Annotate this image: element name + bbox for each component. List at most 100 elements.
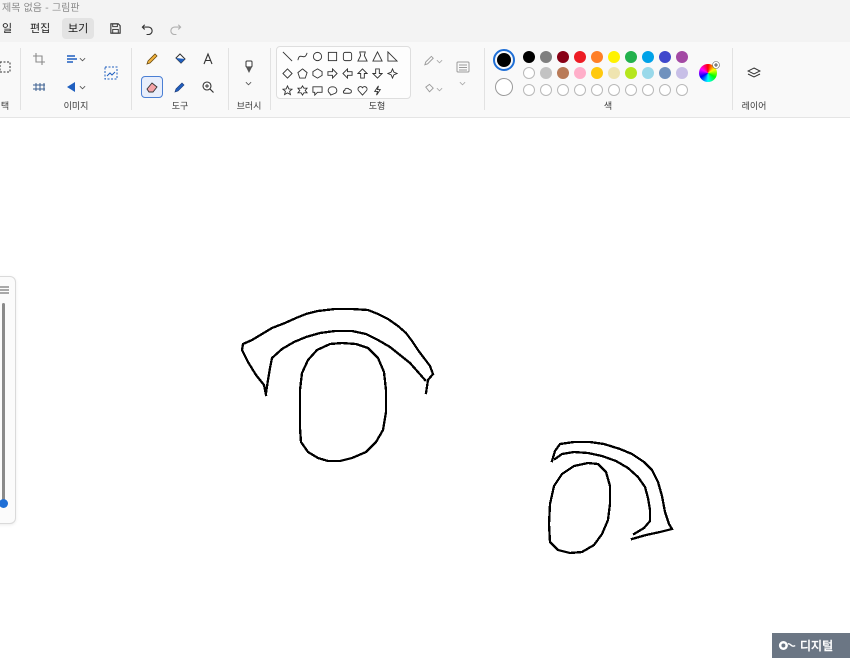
color-swatch[interactable] [659, 67, 671, 79]
size-slider-thumb[interactable] [0, 499, 8, 508]
custom-color-slot[interactable] [523, 84, 535, 96]
image-select-button[interactable] [100, 62, 122, 84]
chevron-down-icon [436, 59, 443, 63]
shape-line[interactable] [280, 49, 294, 63]
color-swatch[interactable] [591, 67, 603, 79]
color-swatch[interactable] [676, 51, 688, 63]
image-grid-icon [33, 83, 45, 91]
color-picker-button[interactable] [169, 76, 191, 98]
custom-color-slot[interactable] [659, 84, 671, 96]
shape-arrow-left[interactable] [340, 66, 354, 80]
redo-button[interactable] [164, 18, 186, 39]
magnifier-icon [202, 81, 214, 93]
color-swatch[interactable] [574, 51, 586, 63]
chevron-down-icon [245, 81, 252, 86]
drawing-canvas[interactable] [0, 119, 850, 658]
color-swatch[interactable] [523, 67, 535, 79]
shape-pentagon[interactable] [295, 66, 309, 80]
ribbon-separator [732, 48, 733, 110]
menu-file[interactable]: 일 [0, 18, 18, 39]
custom-color-slot[interactable] [540, 84, 552, 96]
shape-outline-button[interactable] [418, 50, 448, 72]
color-swatch[interactable] [659, 51, 671, 63]
custom-color-slot[interactable] [608, 84, 620, 96]
watermark: 디지털 [772, 633, 850, 658]
shape-star-five[interactable] [280, 83, 294, 97]
custom-color-slot[interactable] [625, 84, 637, 96]
shape-star-four[interactable] [385, 66, 399, 80]
color-swatch[interactable] [642, 67, 654, 79]
shape-callout-cloud[interactable] [340, 83, 354, 97]
select-all-button[interactable] [28, 76, 50, 98]
shape-rectangle[interactable] [325, 49, 339, 63]
crop-button[interactable] [28, 48, 50, 70]
primary-color-button[interactable] [493, 49, 515, 71]
menu-edit[interactable]: 편집 [24, 18, 56, 39]
layers-button[interactable] [743, 62, 765, 84]
color-swatch[interactable] [540, 51, 552, 63]
cloud-callout-icon [342, 87, 352, 94]
shape-heart[interactable] [355, 83, 369, 97]
color-swatch[interactable] [574, 67, 586, 79]
shape-size-button[interactable] [452, 56, 474, 78]
shape-callout-oval[interactable] [325, 83, 339, 97]
color-swatch[interactable] [625, 67, 637, 79]
custom-color-slot[interactable] [591, 84, 603, 96]
select-button[interactable] [0, 56, 16, 78]
redo-icon [169, 24, 181, 35]
fill-tool-button[interactable] [169, 48, 191, 70]
shape-triangle[interactable] [370, 49, 384, 63]
shapes-group-label: 도형 [368, 102, 386, 112]
resize-button[interactable] [60, 48, 90, 70]
menu-view[interactable]: 보기 [62, 18, 95, 39]
shape-fill-button[interactable] [418, 78, 448, 100]
color-swatch[interactable] [540, 67, 552, 79]
magnifier-button[interactable] [197, 76, 219, 98]
shape-diamond[interactable] [280, 66, 294, 80]
chevron-down-icon [79, 85, 85, 89]
ribbon-separator [484, 48, 485, 110]
shape-rounded-rectangle[interactable] [340, 49, 354, 63]
shape-polygon[interactable] [355, 49, 369, 63]
brush-size-panel [0, 276, 16, 524]
shape-callout-rect[interactable] [310, 83, 324, 97]
shape-arrow-up[interactable] [355, 66, 369, 80]
rotate-icon [66, 82, 75, 92]
color-swatch[interactable] [591, 51, 603, 63]
custom-color-slot[interactable] [557, 84, 569, 96]
color-swatch[interactable] [557, 67, 569, 79]
six-point-star-icon [296, 84, 308, 96]
text-tool-button[interactable] [197, 48, 219, 70]
shape-arrow-down[interactable] [370, 66, 384, 80]
color-swatch[interactable] [676, 67, 688, 79]
rotate-button[interactable] [60, 76, 90, 98]
undo-button[interactable] [136, 18, 158, 39]
shape-star-six[interactable] [295, 83, 309, 97]
edit-colors-button[interactable] [699, 61, 720, 82]
shape-arrow-right[interactable] [325, 66, 339, 80]
color-swatch[interactable] [557, 51, 569, 63]
chevron-down-icon [459, 81, 466, 86]
arrow-right-icon [326, 67, 338, 79]
brushes-button[interactable] [238, 56, 260, 78]
pentagon-icon [296, 67, 308, 79]
shape-lightning[interactable] [370, 83, 384, 97]
size-slider-track[interactable] [2, 303, 5, 503]
shape-oval[interactable] [310, 49, 324, 63]
custom-color-slot[interactable] [676, 84, 688, 96]
save-button[interactable] [104, 18, 126, 39]
color-swatch[interactable] [608, 67, 620, 79]
shape-right-triangle[interactable] [385, 49, 399, 63]
color-swatch[interactable] [523, 51, 535, 63]
shape-curve[interactable] [295, 49, 309, 63]
eraser-tool-button[interactable] [141, 76, 163, 98]
secondary-color-button[interactable] [495, 78, 513, 96]
color-swatch[interactable] [608, 51, 620, 63]
ribbon-separator [131, 48, 132, 110]
custom-color-slot[interactable] [574, 84, 586, 96]
shape-hexagon[interactable] [310, 66, 324, 80]
color-swatch[interactable] [642, 51, 654, 63]
custom-color-slot[interactable] [642, 84, 654, 96]
pencil-tool-button[interactable] [141, 48, 163, 70]
color-swatch[interactable] [625, 51, 637, 63]
